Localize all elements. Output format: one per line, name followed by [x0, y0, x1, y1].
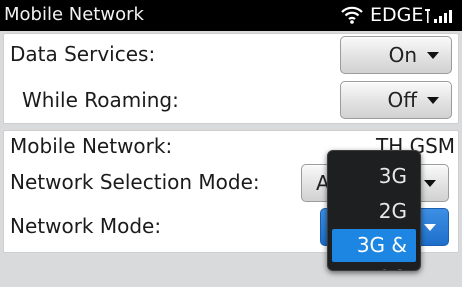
network-mode-option-3g-2g[interactable]: 3G & 2G [332, 229, 416, 270]
mobile-network-label: Mobile Network: [10, 134, 173, 158]
chevron-down-icon [424, 180, 436, 187]
network-mode-label: Network Mode: [10, 214, 162, 238]
data-services-section: Data Services: On While Roaming: Off [3, 33, 459, 124]
data-services-dropdown[interactable]: On [340, 36, 452, 74]
while-roaming-dropdown[interactable]: Off [340, 81, 452, 119]
data-services-label: Data Services: [10, 42, 156, 66]
wifi-icon [340, 5, 364, 29]
status-bar: Mobile Network EDGE [0, 0, 462, 31]
while-roaming-label: While Roaming: [22, 88, 179, 112]
chevron-down-icon [424, 224, 436, 231]
network-mode-options-popup: 3G 2G 3G & 2G [327, 150, 421, 271]
data-services-value: On [388, 43, 417, 67]
network-selection-mode-label: Network Selection Mode: [10, 170, 260, 194]
network-type-label: EDGE [370, 4, 424, 26]
while-roaming-value: Off [387, 88, 417, 112]
chevron-down-icon [427, 97, 439, 104]
network-mode-option-3g[interactable]: 3G [332, 160, 416, 193]
network-mode-option-2g[interactable]: 2G [332, 195, 416, 228]
status-bar-title: Mobile Network [4, 4, 144, 25]
signal-bars-icon [425, 7, 459, 29]
chevron-down-icon [427, 52, 439, 59]
